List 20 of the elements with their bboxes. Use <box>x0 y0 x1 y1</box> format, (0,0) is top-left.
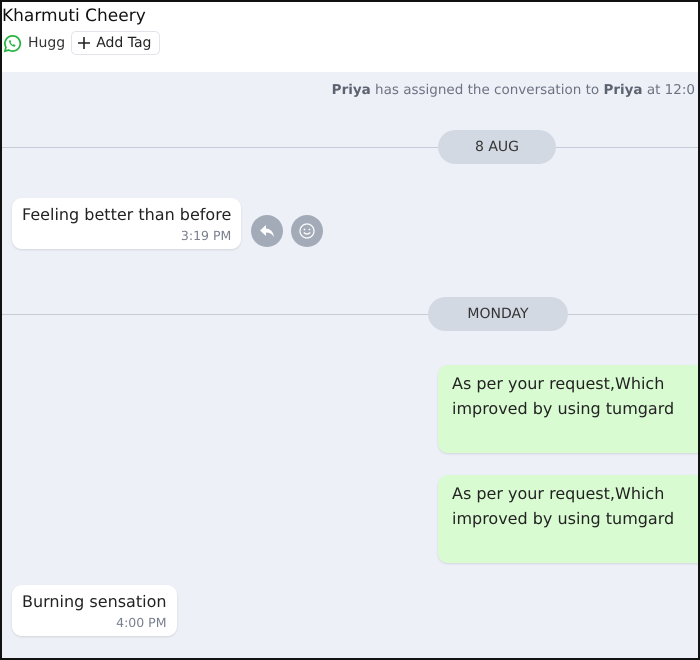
add-tag-button[interactable]: Add Tag <box>71 31 160 55</box>
system-message: Priya has assigned the conversation to Priya at 12:0 <box>332 82 695 98</box>
message-time: 4:00 PM <box>116 615 166 630</box>
reply-icon <box>260 224 274 236</box>
message-text: Feeling better than before <box>22 205 232 224</box>
emoji-button[interactable] <box>291 214 324 246</box>
contact-name: Kharmuti Cheery <box>2 6 147 26</box>
message-time: 3:19 PM <box>180 228 232 243</box>
reply-button[interactable] <box>251 214 284 246</box>
message-text: improved by using tumgard <box>452 398 676 420</box>
date-divider: MONDAY <box>428 297 568 331</box>
message-text: As per your request,Which <box>452 483 666 505</box>
date-divider: 8 AUG <box>438 130 556 164</box>
smiley-icon <box>299 222 316 238</box>
message-text: As per your request,Which <box>452 373 666 395</box>
contact-label: Hugg <box>28 35 66 51</box>
message-text: improved by using tumgard <box>452 508 676 530</box>
whatsapp-icon <box>3 34 22 52</box>
plus-icon <box>78 37 90 49</box>
message-text: Burning sensation <box>22 592 166 611</box>
